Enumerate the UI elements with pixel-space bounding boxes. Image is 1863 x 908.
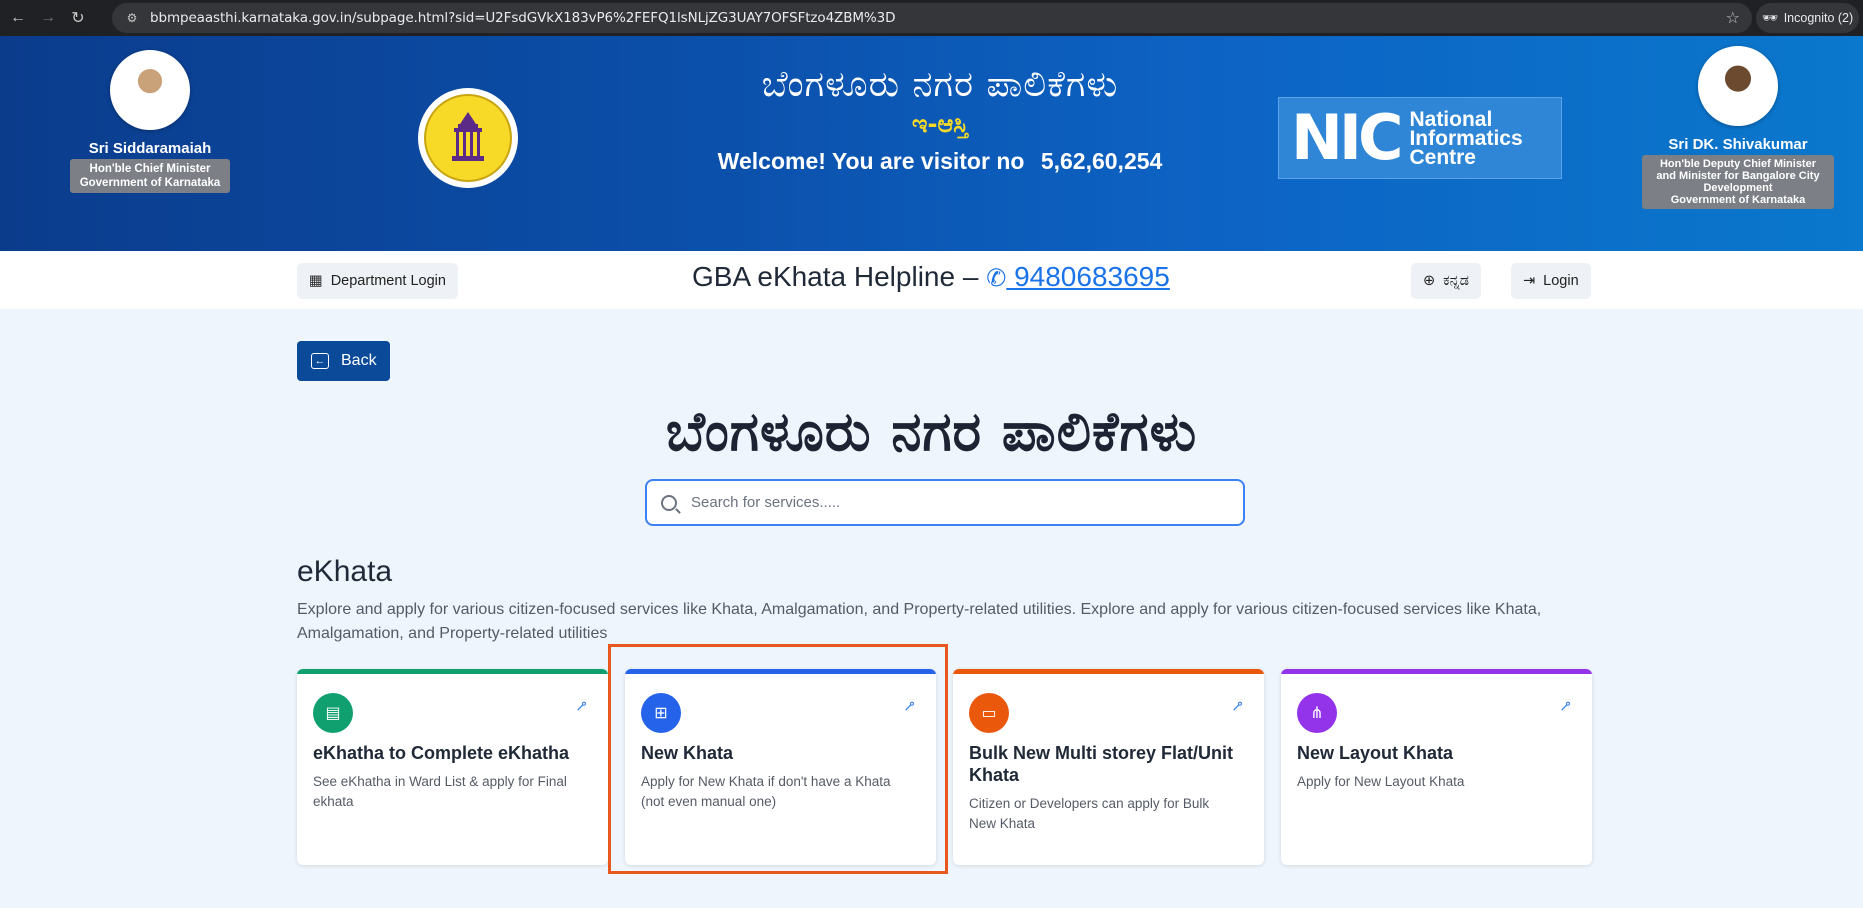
card-accent-bar: [953, 669, 1264, 674]
service-card-bulk-new-khata[interactable]: ▭ ⊸ Bulk New Multi storey Flat/Unit Khat…: [953, 669, 1264, 865]
add-document-icon: ⊞: [641, 693, 681, 733]
card-title: New Layout Khata: [1297, 743, 1454, 763]
incognito-label: Incognito (2): [1783, 11, 1854, 25]
bookmark-star-icon[interactable]: ☆: [1726, 8, 1740, 28]
card-description: Citizen or Developers can apply for Bulk…: [969, 796, 1210, 831]
visitor-counter: Welcome! You are visitor no 5,62,60,254: [680, 148, 1200, 175]
incognito-icon: 🕶: [1761, 10, 1778, 25]
chief-minister-name: Sri Siddaramaiah: [88, 140, 212, 157]
search-icon: [661, 494, 677, 511]
login-label: Login: [1543, 273, 1579, 289]
helpline-label: GBA eKhata Helpline –: [692, 261, 979, 292]
back-icon: ←: [311, 353, 329, 369]
helpline: GBA eKhata Helpline – ✆ 9480683695: [692, 261, 1170, 293]
site-settings-icon[interactable]: ⚙: [122, 8, 142, 28]
deputy-chief-minister-block: Sri DK. Shivakumar Hon'ble Deputy Chief …: [1642, 46, 1834, 209]
language-toggle-button[interactable]: ⊕ ಕನ್ನಡ: [1411, 263, 1481, 299]
search-input[interactable]: [691, 494, 1211, 511]
section-title: eKhata: [297, 555, 393, 588]
deputy-chief-minister-photo: [1698, 46, 1778, 126]
card-description: See eKhatha in Ward List & apply for Fin…: [313, 774, 567, 809]
department-login-label: Department Login: [330, 273, 446, 289]
card-title: eKhatha to Complete eKhatha: [313, 743, 570, 763]
service-search-box[interactable]: [645, 479, 1245, 526]
visitor-label: Welcome! You are visitor no: [717, 148, 1025, 174]
reload-icon[interactable]: ↻: [66, 6, 90, 30]
building-icon: ▦: [309, 273, 323, 289]
document-icon: ▤: [313, 693, 353, 733]
card-description: Apply for New Layout Khata: [1297, 774, 1465, 789]
card-title: New Khata: [641, 743, 734, 763]
chief-minister-photo: [110, 50, 190, 130]
deputy-chief-minister-name: Sri DK. Shivakumar: [1668, 136, 1808, 153]
temple-emblem-icon: [452, 112, 484, 161]
card-title: Bulk New Multi storey Flat/Unit Khata: [969, 743, 1234, 785]
bbmp-emblem-logo: [418, 88, 518, 188]
card-accent-bar: [625, 669, 936, 674]
phone-icon: ✆: [986, 265, 1007, 292]
nic-mark: NIC: [1291, 101, 1403, 174]
nic-text: National Informatics Centre: [1409, 107, 1523, 169]
back-button[interactable]: ← Back: [297, 341, 390, 381]
incognito-indicator[interactable]: 🕶 Incognito (2): [1756, 3, 1859, 33]
link-icon[interactable]: ⊸: [571, 695, 593, 717]
helpline-phone-link[interactable]: 9480683695: [1006, 261, 1170, 292]
back-label: Back: [341, 352, 377, 369]
chief-minister-role: Hon'ble Chief Minister Government of Kar…: [70, 159, 230, 193]
banner-title: ಬೆಂಗಳೂರು ನಗರ ಪಾಲಿಕೆಗಳು: [761, 64, 1119, 105]
briefcase-icon: ▭: [969, 693, 1009, 733]
forward-arrow-icon[interactable]: →: [36, 6, 60, 30]
service-card-new-layout-khata[interactable]: ⋔ ⊸ New Layout Khata Apply for New Layou…: [1281, 669, 1592, 865]
site-header-banner: Sri Siddaramaiah Hon'ble Chief Minister …: [0, 36, 1863, 251]
department-login-button[interactable]: ▦ Department Login: [297, 263, 458, 299]
sitemap-icon: ⋔: [1297, 693, 1337, 733]
page-title: ಬೆಂಗಳೂರು ನಗರ ಪಾಲಿಕೆಗಳು: [665, 400, 1198, 463]
login-button[interactable]: ⇥ Login: [1511, 263, 1591, 299]
card-description: Apply for New Khata if don't have a Khat…: [641, 774, 891, 809]
address-bar[interactable]: ⚙ bbmpeaasthi.karnataka.gov.in/subpage.h…: [112, 3, 1752, 33]
visitor-count: 5,62,60,254: [1040, 148, 1163, 174]
helpline-bar: ▦ Department Login GBA eKhata Helpline –…: [0, 251, 1863, 309]
browser-toolbar: ← → ↻ ⚙ bbmpeaasthi.karnataka.gov.in/sub…: [0, 0, 1863, 36]
section-description: Explore and apply for various citizen-fo…: [297, 601, 1542, 642]
language-label: ಕನ್ನಡ: [1443, 273, 1469, 289]
link-icon[interactable]: ⊸: [899, 695, 921, 717]
back-arrow-icon[interactable]: ←: [6, 6, 30, 30]
link-icon[interactable]: ⊸: [1227, 695, 1249, 717]
deputy-chief-minister-role: Hon'ble Deputy Chief Minister and Minist…: [1642, 155, 1834, 209]
service-card-ekhatha-complete[interactable]: ▤ ⊸ eKhatha to Complete eKhatha See eKha…: [297, 669, 608, 865]
link-icon[interactable]: ⊸: [1555, 695, 1577, 717]
chief-minister-block: Sri Siddaramaiah Hon'ble Chief Minister …: [70, 50, 230, 193]
card-accent-bar: [1281, 669, 1592, 674]
login-icon: ⇥: [1523, 273, 1536, 289]
globe-icon: ⊕: [1423, 273, 1436, 289]
nic-logo: NIC National Informatics Centre: [1278, 97, 1562, 179]
service-card-new-khata[interactable]: ⊞ ⊸ New Khata Apply for New Khata if don…: [625, 669, 936, 865]
banner-center-text: ಬೆಂಗಳೂರು ನಗರ ಪಾಲಿಕೆಗಳು ಇ-ಆಸ್ತಿ Welcome! …: [680, 64, 1200, 175]
banner-subtitle: ಇ-ಆಸ್ತಿ: [911, 110, 969, 138]
url-text[interactable]: bbmpeaasthi.karnataka.gov.in/subpage.htm…: [150, 10, 896, 26]
card-accent-bar: [297, 669, 608, 674]
